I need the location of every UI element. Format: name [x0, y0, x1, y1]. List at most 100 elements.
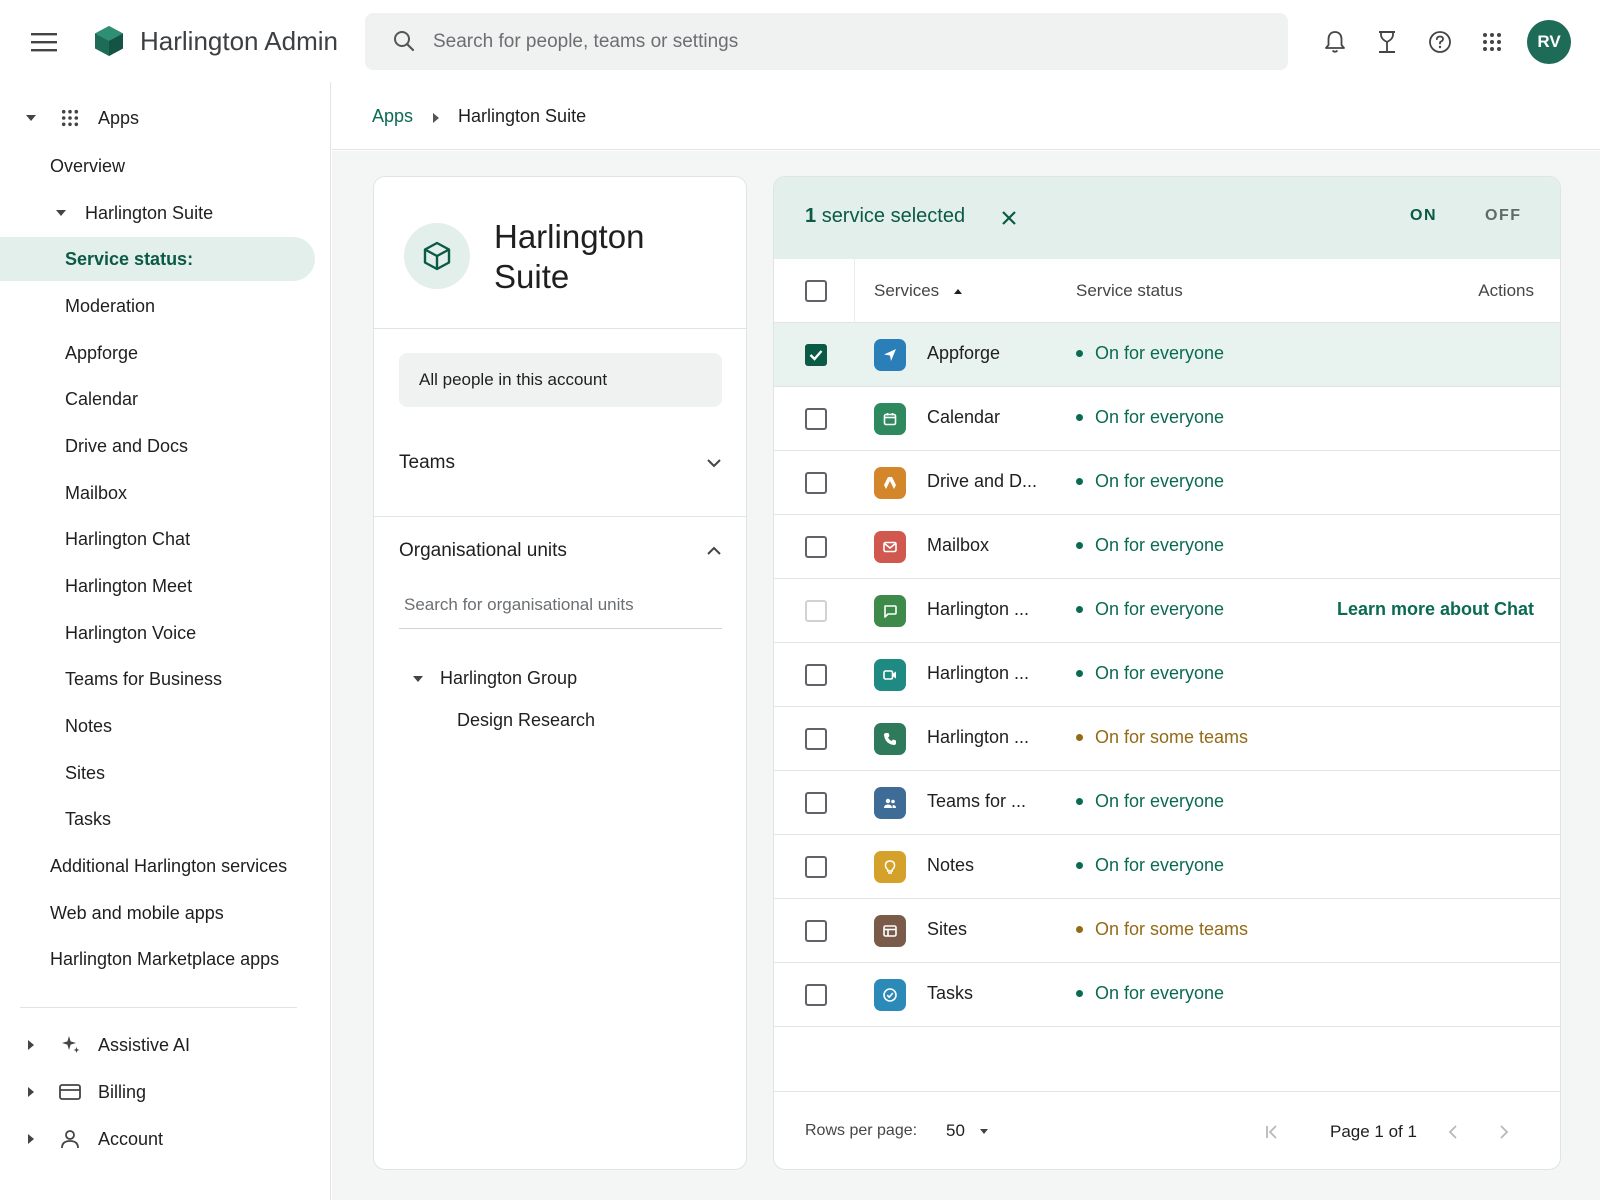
sidebar-item-harlington-suite[interactable]: Harlington Suite: [0, 191, 315, 235]
sidebar-item-mailbox[interactable]: Mailbox: [0, 471, 315, 515]
grid-apps-icon: [61, 109, 79, 127]
service-status: On for some teams: [1076, 919, 1248, 940]
row-checkbox[interactable]: [805, 664, 827, 686]
select-all-checkbox[interactable]: [805, 280, 827, 302]
row-checkbox[interactable]: [805, 856, 827, 878]
sidebar-item-moderation[interactable]: Moderation: [0, 284, 315, 328]
table-row[interactable]: Harlington ... On for everyone Learn more …: [774, 579, 1560, 643]
sidebar-item-web-mobile-apps[interactable]: Web and mobile apps: [0, 891, 315, 935]
sidebar-item-overview[interactable]: Overview: [0, 144, 315, 188]
service-name[interactable]: Notes: [927, 855, 974, 876]
sidebar-item-marketplace-apps[interactable]: Harlington Marketplace apps: [0, 937, 315, 981]
table-row[interactable]: Notes On for everyone: [774, 835, 1560, 899]
teams-section-label: Teams: [399, 452, 455, 473]
sidebar-item-notes[interactable]: Notes: [0, 704, 315, 748]
service-status: On for everyone: [1076, 663, 1224, 684]
sidebar-item-appforge[interactable]: Appforge: [0, 331, 315, 375]
sidebar-item-harlington-voice[interactable]: Harlington Voice: [0, 611, 315, 655]
lightbulb-icon: [884, 860, 896, 874]
sidebar-item-apps[interactable]: Apps: [0, 96, 315, 140]
sidebar-item-label: Harlington Chat: [65, 528, 191, 549]
table-row[interactable]: Appforge On for everyone: [774, 323, 1560, 387]
sidebar-item-tasks[interactable]: Tasks: [0, 797, 315, 841]
org-tree-node-root[interactable]: Harlington Group: [412, 668, 577, 689]
expand-caret-icon[interactable]: [27, 1086, 35, 1098]
table-row[interactable]: Sites On for some teams: [774, 899, 1560, 963]
collapse-caret-icon[interactable]: [25, 114, 37, 122]
previous-page-button[interactable]: [1439, 1118, 1467, 1146]
sidebar-item-service-status[interactable]: Service status:: [0, 237, 315, 281]
app-launcher-button[interactable]: [1474, 24, 1510, 60]
row-checkbox[interactable]: [805, 536, 827, 558]
sidebar-item-label: Harlington Voice: [65, 622, 197, 643]
rows-per-page-select[interactable]: 50: [946, 1121, 989, 1141]
sidebar-item-assistive-ai[interactable]: Assistive AI: [0, 1023, 315, 1067]
table-row[interactable]: Harlington ... On for some teams: [774, 707, 1560, 771]
service-name[interactable]: Tasks: [927, 983, 973, 1004]
table-row[interactable]: Harlington ... On for everyone: [774, 643, 1560, 707]
service-name[interactable]: Appforge: [927, 343, 1000, 364]
clear-selection-button[interactable]: [996, 205, 1022, 231]
service-name[interactable]: Mailbox: [927, 535, 989, 556]
status-dot-icon: [1076, 350, 1083, 357]
sidebar-item-billing[interactable]: Billing: [0, 1070, 315, 1114]
services-column-header[interactable]: Services: [874, 281, 963, 301]
all-people-option[interactable]: All people in this account: [399, 353, 722, 407]
org-units-section-toggle[interactable]: Organisational units: [399, 531, 722, 571]
sidebar-item-label: Teams for Business: [65, 668, 223, 689]
sidebar-item-calendar[interactable]: Calendar: [0, 377, 315, 421]
service-name[interactable]: Drive and D...: [927, 471, 1037, 492]
help-button[interactable]: [1422, 24, 1458, 60]
teams-section-toggle[interactable]: Teams: [399, 443, 722, 483]
row-checkbox[interactable]: [805, 728, 827, 750]
next-page-button[interactable]: [1490, 1118, 1518, 1146]
sidebar-item-sites[interactable]: Sites: [0, 751, 315, 795]
breadcrumb-apps-link[interactable]: Apps: [372, 106, 413, 127]
first-page-button[interactable]: [1258, 1118, 1286, 1146]
row-checkbox[interactable]: [805, 920, 827, 942]
org-units-search[interactable]: [399, 581, 722, 629]
brand-logo[interactable]: [94, 25, 124, 57]
sidebar-item-harlington-chat[interactable]: Harlington Chat: [0, 517, 315, 561]
tasks-hourglass-button[interactable]: [1369, 24, 1405, 60]
service-name[interactable]: Calendar: [927, 407, 1000, 428]
table-row[interactable]: Teams for ... On for everyone: [774, 771, 1560, 835]
sidebar-item-additional-services[interactable]: Additional Harlington services: [0, 844, 315, 888]
sidebar-item-account[interactable]: Account: [0, 1117, 315, 1161]
search-input[interactable]: [433, 13, 1253, 70]
account-avatar[interactable]: RV: [1527, 20, 1571, 64]
service-name[interactable]: Harlington ...: [927, 599, 1029, 620]
service-status-text: On for everyone: [1095, 407, 1225, 427]
service-name[interactable]: Harlington ...: [927, 727, 1029, 748]
notifications-button[interactable]: [1317, 24, 1353, 60]
service-status-text: On for everyone: [1095, 791, 1225, 811]
org-units-search-input[interactable]: [399, 581, 722, 628]
table-row[interactable]: Mailbox On for everyone: [774, 515, 1560, 579]
service-name[interactable]: Teams for ...: [927, 791, 1026, 812]
global-search[interactable]: [365, 13, 1288, 70]
phone-icon: [884, 733, 896, 745]
org-tree-node-child[interactable]: Design Research: [457, 710, 595, 731]
panel-divider: [374, 328, 746, 329]
expand-caret-icon[interactable]: [27, 1133, 35, 1145]
expand-caret-icon[interactable]: [27, 1039, 35, 1051]
sidebar-item-teams-for-business[interactable]: Teams for Business: [0, 657, 315, 701]
service-name[interactable]: Harlington ...: [927, 663, 1029, 684]
row-checkbox[interactable]: [805, 792, 827, 814]
service-icon-badge: [874, 339, 906, 371]
sidebar-item-harlington-meet[interactable]: Harlington Meet: [0, 564, 315, 608]
learn-more-link[interactable]: Learn more about Chat: [1337, 599, 1534, 620]
turn-on-button[interactable]: ON: [1410, 207, 1437, 225]
row-checkbox[interactable]: [805, 344, 827, 366]
row-checkbox[interactable]: [805, 408, 827, 430]
row-checkbox[interactable]: [805, 472, 827, 494]
service-name[interactable]: Sites: [927, 919, 967, 940]
table-row[interactable]: Calendar On for everyone: [774, 387, 1560, 451]
table-row[interactable]: Tasks On for everyone: [774, 963, 1560, 1027]
main-menu-button[interactable]: [26, 24, 62, 60]
table-row[interactable]: Drive and D... On for everyone: [774, 451, 1560, 515]
collapse-caret-icon[interactable]: [55, 209, 67, 217]
sidebar-item-drive-and-docs[interactable]: Drive and Docs: [0, 424, 315, 468]
row-checkbox[interactable]: [805, 984, 827, 1006]
turn-off-button[interactable]: OFF: [1485, 207, 1522, 225]
